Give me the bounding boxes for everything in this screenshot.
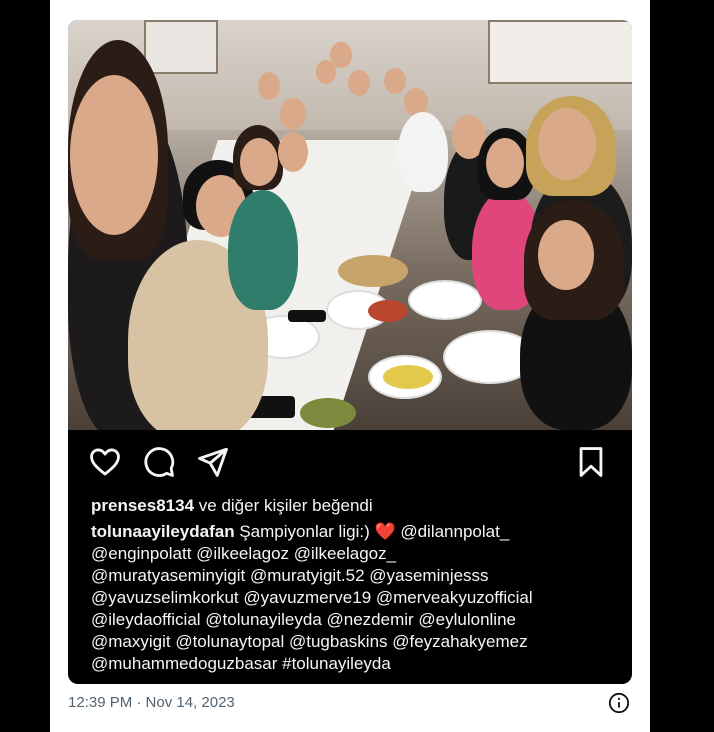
caption-text: Şampiyonlar ligi:) ❤️ @dilannpolat_ @eng… xyxy=(91,522,533,673)
photo-salad xyxy=(383,365,433,389)
info-icon[interactable] xyxy=(608,692,630,714)
photo-person xyxy=(228,190,298,310)
photo-face xyxy=(316,60,336,84)
photo-plate xyxy=(408,280,482,320)
comment-icon[interactable] xyxy=(142,445,176,479)
photo-phone xyxy=(288,310,326,322)
post-caption: tolunaayileydafan Şampiyonlar ligi:) ❤️ … xyxy=(91,521,621,675)
photo-dish xyxy=(368,300,408,322)
share-icon[interactable] xyxy=(196,445,230,479)
photo-olives xyxy=(300,398,356,428)
photo-face xyxy=(348,70,370,96)
heart-icon[interactable] xyxy=(88,445,122,479)
post-action-bar xyxy=(68,445,632,485)
likes-username[interactable]: prenses8134 xyxy=(91,496,194,515)
photo-face xyxy=(486,138,524,188)
bookmark-icon[interactable] xyxy=(574,445,608,479)
photo-face xyxy=(240,138,278,186)
tweet-timestamp[interactable]: 12:39 PM · Nov 14, 2023 xyxy=(68,694,235,711)
photo-face xyxy=(384,68,406,94)
likes-text: ve diğer kişiler beğendi xyxy=(198,496,373,515)
photo-face xyxy=(70,75,158,235)
photo-face xyxy=(538,108,596,180)
tweet-card: prenses8134 ve diğer kişiler beğendi tol… xyxy=(50,0,650,732)
photo-person xyxy=(398,112,448,192)
photo-face xyxy=(280,98,306,130)
photo-face xyxy=(258,72,280,100)
group-dinner-photo[interactable] xyxy=(68,20,632,430)
photo-face xyxy=(278,132,308,172)
photo-bread-basket xyxy=(338,255,408,287)
caption-username[interactable]: tolunaayileydafan xyxy=(91,522,235,541)
photo-cabinet xyxy=(488,20,632,84)
likes-line: prenses8134 ve diğer kişiler beğendi xyxy=(91,496,373,516)
photo-face xyxy=(538,220,594,290)
photo-window xyxy=(144,20,218,74)
instagram-post-screenshot[interactable]: prenses8134 ve diğer kişiler beğendi tol… xyxy=(68,20,632,684)
